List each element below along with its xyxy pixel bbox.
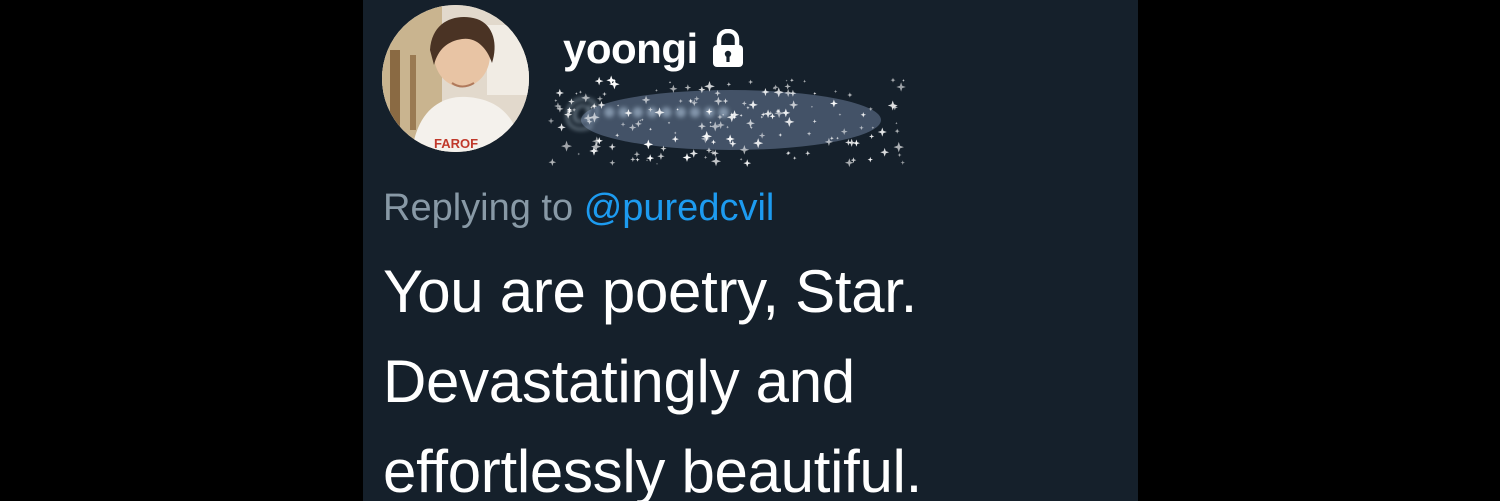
replying-to-label: Replying to bbox=[383, 187, 574, 229]
handle-area: @••••••••• bbox=[541, 72, 921, 172]
mention-link[interactable]: @puredcvil bbox=[584, 187, 775, 229]
screenshot-stage: FAROF yoongi @••••••••• Replying to @pur… bbox=[0, 0, 1500, 501]
avatar[interactable]: FAROF bbox=[382, 5, 529, 152]
display-name-row: yoongi bbox=[563, 24, 746, 74]
tweet-text-line: Devastatingly and bbox=[383, 348, 855, 415]
tweet-text: You are poetry, Star. Devastatingly and … bbox=[383, 247, 1123, 501]
lock-icon bbox=[710, 28, 746, 69]
tweet-text-line: You are poetry, Star. bbox=[383, 258, 918, 325]
replying-to: Replying to @puredcvil bbox=[383, 186, 774, 232]
tweet-card: FAROF yoongi @••••••••• Replying to @pur… bbox=[363, 0, 1138, 501]
sparkle-overlay-icon bbox=[547, 75, 906, 168]
tweet-text-line: effortlessly beautiful. bbox=[383, 438, 922, 501]
display-name[interactable]: yoongi bbox=[563, 28, 698, 70]
svg-text:FAROF: FAROF bbox=[434, 136, 478, 151]
profile-photo-icon: FAROF bbox=[382, 5, 529, 152]
